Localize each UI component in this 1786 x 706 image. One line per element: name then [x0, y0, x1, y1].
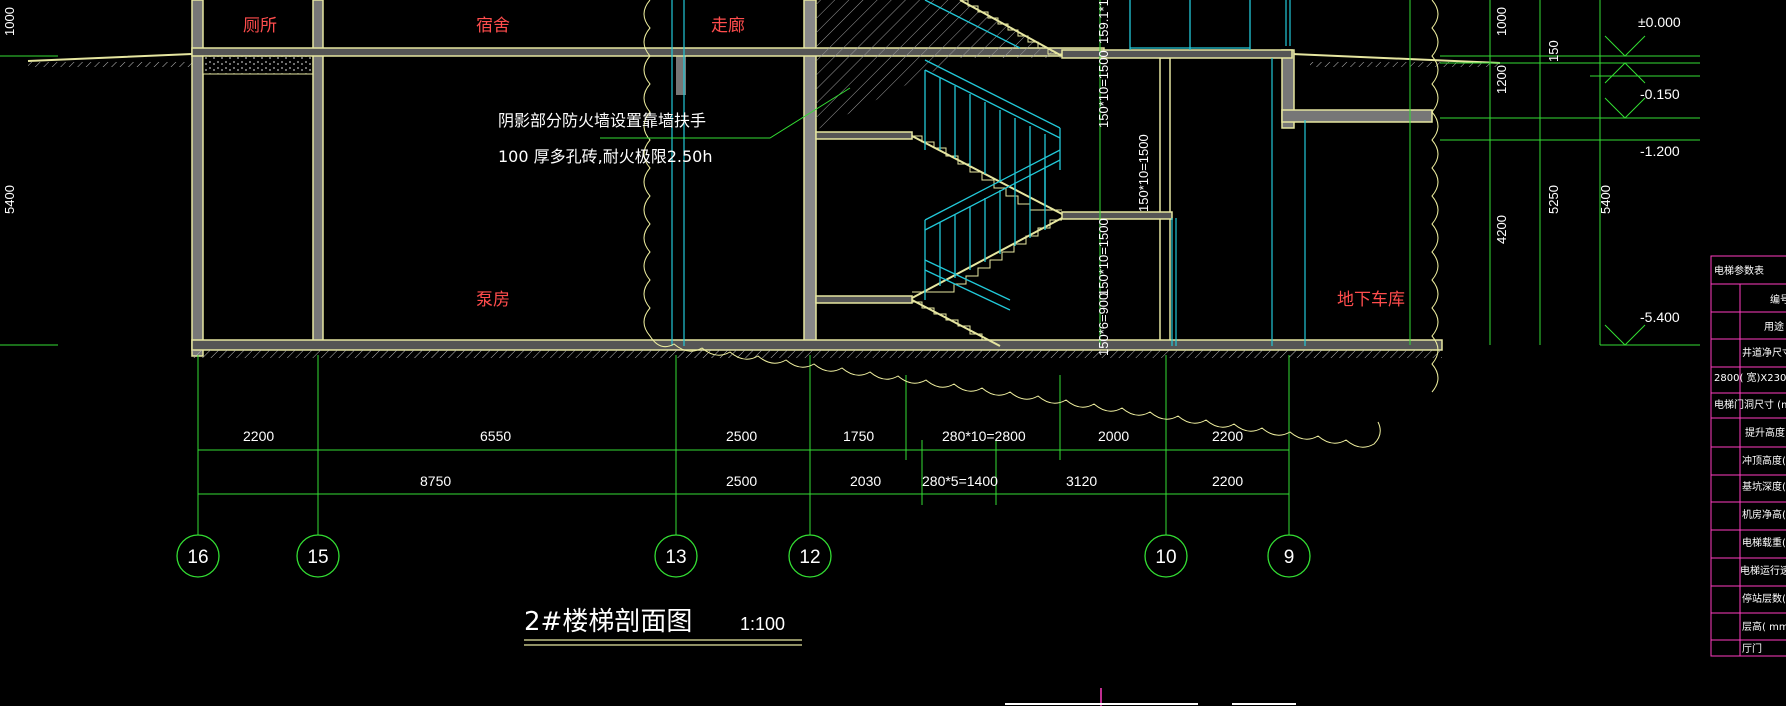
room-pump: 泵房 — [476, 290, 510, 310]
table-row-11: 停站层数( — [1742, 592, 1786, 605]
title-underline — [524, 639, 802, 646]
dim1-4: 280*10=2800 — [942, 428, 1026, 444]
left-dim-1000: 1000 — [2, 7, 17, 36]
dim2-5: 2200 — [1212, 473, 1243, 489]
dim1-3: 1750 — [843, 428, 874, 444]
right-dim-1200: 1200 — [1494, 65, 1509, 94]
room-dorm: 宿舍 — [476, 16, 510, 36]
dim1-2: 2500 — [726, 428, 757, 444]
axis-12: 12 — [799, 547, 820, 568]
elev-0: ±0.000 — [1638, 14, 1681, 30]
table-row-10: 电梯运行速度 — [1740, 564, 1786, 577]
stair-dim-2: 150*10=1500 — [1136, 134, 1151, 212]
dim2-4: 3120 — [1066, 473, 1097, 489]
table-row-1: 用途 — [1764, 320, 1784, 333]
dim2-0: 8750 — [420, 473, 451, 489]
stair-dim-1: 150*10=1500 — [1096, 50, 1111, 128]
elev-2: -1.200 — [1640, 143, 1680, 159]
drawing-scale: 1:100 — [740, 614, 785, 634]
right-dim-5400: 5400 — [1598, 185, 1613, 214]
ground-hatch-left — [28, 62, 192, 67]
table-row-2: 井道净尺寸 — [1742, 346, 1786, 359]
dim2-2: 2030 — [850, 473, 881, 489]
room-corridor: 走廊 — [711, 16, 745, 36]
dim1-1: 6550 — [480, 428, 511, 444]
room-garage: 地下车库 — [1337, 290, 1405, 310]
dim2-1: 2500 — [726, 473, 757, 489]
table-row-0: 编号 — [1770, 293, 1786, 306]
stair-section-drawing: 厕所 宿舍 走廊 泵房 地下车库 阴影部分防火墙设置靠墙扶手 100 厚多孔砖,… — [0, 0, 1786, 706]
room-toilet: 厕所 — [243, 16, 277, 36]
elevator-table: 电梯参数表 编号 用途 井道净尺寸 2800( 宽)X2300 电梯门洞尺寸 (… — [1710, 255, 1786, 657]
table-row-12: 层高( mm — [1742, 620, 1786, 633]
axis-15: 15 — [307, 547, 328, 568]
dim1-6: 2200 — [1212, 428, 1243, 444]
note-line-1: 阴影部分防火墙设置靠墙扶手 — [498, 111, 706, 130]
table-row-7: 基坑深度( — [1742, 480, 1786, 493]
right-dim-5250: 5250 — [1546, 185, 1561, 214]
table-row-5: 提升高度 (n — [1745, 426, 1786, 439]
revision-cloud-right — [1431, 0, 1439, 393]
dim1-0: 2200 — [243, 428, 274, 444]
elev-3: -5.400 — [1640, 309, 1680, 325]
stair-dim-3: 150*10=1500 — [1096, 218, 1111, 296]
right-dim-150: 150 — [1546, 40, 1561, 62]
table-row-8: 机房净高( — [1742, 508, 1786, 521]
table-header: 电梯参数表 — [1714, 264, 1764, 277]
left-dim-5400: 5400 — [2, 185, 17, 214]
axis-13: 13 — [665, 547, 686, 568]
axis-10: 10 — [1155, 547, 1176, 568]
right-dim-1000: 1000 — [1494, 7, 1509, 36]
stair-dim-5: 159.1*11 — [1096, 0, 1111, 44]
revision-cloud-left — [643, 0, 1381, 448]
stair-dim-4: 150*6=900 — [1096, 293, 1111, 356]
table-row-13: 厅门 — [1742, 642, 1762, 655]
dim1-5: 2000 — [1098, 428, 1129, 444]
elev-1: -0.150 — [1640, 86, 1680, 102]
cad-canvas: 厕所 宿舍 走廊 泵房 地下车库 阴影部分防火墙设置靠墙扶手 100 厚多孔砖,… — [0, 0, 1786, 706]
axis-9: 9 — [1284, 547, 1295, 568]
axis-16: 16 — [187, 547, 208, 568]
table-row-6: 冲顶高度( — [1742, 454, 1786, 467]
table-row-3: 2800( 宽)X2300 — [1714, 371, 1786, 384]
right-dim-4200: 4200 — [1494, 215, 1509, 244]
axis-bubbles — [176, 534, 1311, 578]
table-row-4: 电梯门洞尺寸 (mm — [1714, 398, 1786, 411]
drawing-title: 2#楼梯剖面图 — [524, 607, 692, 637]
table-row-9: 电梯载重( — [1742, 536, 1786, 549]
dim2-3: 280*5=1400 — [922, 473, 998, 489]
note-line-2: 100 厚多孔砖,耐火极限2.50h — [498, 147, 712, 166]
